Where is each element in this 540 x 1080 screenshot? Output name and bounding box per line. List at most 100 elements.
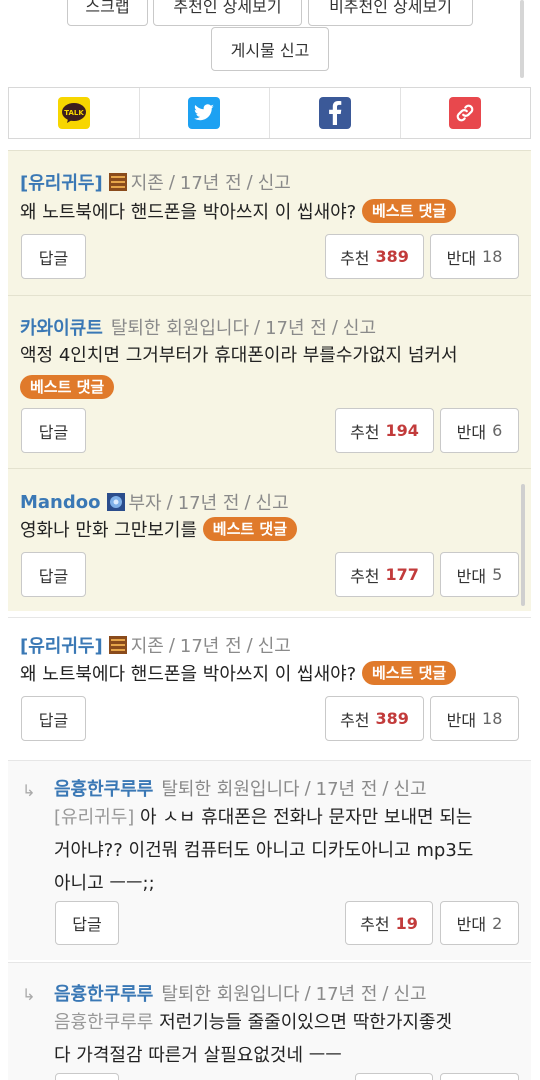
comment-author[interactable]: [유리귀두] [20,632,103,658]
upvote-label: 추천 [350,422,380,442]
separator: / [304,777,311,799]
share-kakao-button[interactable]: TALK [9,88,140,138]
upvote-label: 추천 [350,566,380,586]
upvote-button[interactable]: 추천 389 [325,696,424,741]
comment-author[interactable]: [유리귀두] [20,169,103,195]
report-link[interactable]: 신고 [258,632,291,658]
share-bar: TALK [8,87,531,139]
upvote-button[interactable]: 추천 19 [345,901,433,945]
kakaotalk-icon: TALK [57,97,90,129]
nonvoters-detail-button[interactable]: 비추천인 상세보기 [308,0,473,26]
comment: [유리귀두] 지존 / 17년 전 / 신고 왜 노트북에다 핸드폰을 박아쓰지… [8,617,531,755]
downvote-button[interactable]: 반대 18 [430,696,519,741]
comment-text-line: 다 가격절감 따른거 살필요없것네 ㅡㅡ [54,1045,342,1066]
timestamp: 17년 전 [315,779,378,800]
comment-text: 왜 노트북에다 핸드폰을 박아쓰지 이 씹새야? [20,664,357,685]
best-comment: Mandoo 부자 / 17년 전 / 신고 영화나 만화 그만보기를 베스트 … [8,468,531,611]
downvote-count: 2 [492,913,503,933]
link-icon [449,97,482,129]
report-link[interactable]: 신고 [393,775,426,801]
user-rank: 탈퇴한 회원입니다 [161,984,300,1005]
report-link[interactable]: 신고 [393,980,426,1006]
report-post-button[interactable]: 게시물 신고 [211,27,329,71]
separator: / [168,171,175,193]
report-link[interactable]: 신고 [256,489,289,515]
downvote-button[interactable]: 반대 2 [440,901,519,945]
reply-button[interactable]: 답글 [21,234,86,279]
user-rank: 지존 [130,173,164,194]
scrollbar-top[interactable] [520,0,524,78]
separator: / [304,982,311,1004]
best-comment-badge: 베스트 댓글 [361,661,457,685]
separator: / [244,491,251,513]
user-rank: 지존 [130,636,164,657]
scrap-button[interactable]: 스크랩 [67,0,148,26]
separator: / [168,634,175,656]
quoted-author[interactable]: [유리귀두] [54,807,134,828]
upvote-count: 194 [385,421,419,440]
downvote-button[interactable] [440,1073,519,1080]
upvote-button[interactable]: 추천 194 [335,408,434,453]
downvote-button[interactable]: 반대 5 [440,552,519,597]
downvote-label: 반대 [446,710,477,730]
reply-button[interactable]: 답글 [21,696,86,741]
scrollbar-mid[interactable] [521,484,525,606]
reply-button[interactable]: 답글 [55,1073,119,1080]
upvote-button[interactable]: 추천 177 [335,552,434,597]
downvote-button[interactable]: 반대 6 [440,408,519,453]
comment-author[interactable]: 카와이큐트 [20,314,103,340]
facebook-icon [318,97,351,129]
comment-author[interactable]: 음흉한쿠루루 [54,980,153,1006]
best-comment-badge: 베스트 댓글 [20,375,115,399]
comment-text: 왜 노트북에다 핸드폰을 박아쓰지 이 씹새야? [20,202,357,223]
share-link-button[interactable] [401,88,531,138]
comment-text: 액정 4인치면 그거부터가 휴대폰이라 부를수가없지 넘커서 [20,345,458,366]
kakao-label: TALK [64,109,84,117]
separator: / [166,491,173,513]
reply-button[interactable]: 답글 [21,552,86,597]
downvote-label: 반대 [456,566,487,586]
downvote-label: 반대 [456,422,487,442]
voters-detail-button[interactable]: 추천인 상세보기 [153,0,302,26]
reply-button[interactable]: 답글 [55,901,119,945]
best-comment: 카와이큐트 탈퇴한 회원입니다 / 17년 전 / 신고 액정 4인치면 그거부… [8,295,531,468]
user-rank: 탈퇴한 회원입니다 [110,318,250,339]
downvote-button[interactable]: 반대 18 [430,234,519,279]
share-twitter-button[interactable] [140,88,270,138]
comment-author[interactable]: Mandoo [20,492,101,513]
best-comment: [유리귀두] 지존 / 17년 전 / 신고 왜 노트북에다 핸드폰을 박아쓰지… [8,150,531,295]
quoted-author[interactable]: 음흉한쿠루루 [54,1012,153,1033]
user-rank: 부자 [128,493,162,514]
level-icon [106,493,125,511]
comment-text-line: 아니고 ㅡㅡ;; [54,873,155,894]
reply-button[interactable]: 답글 [21,408,86,453]
best-comment-badge: 베스트 댓글 [361,199,457,223]
downvote-label: 반대 [456,915,487,934]
comment-text: 영화나 만화 그만보기를 [20,520,198,541]
upvote-count: 19 [395,913,418,933]
separator: / [331,316,338,338]
comment-text: 아 ㅅㅂ 휴대폰은 전화나 문자만 보내면 되는 [140,807,473,828]
user-rank: 탈퇴한 회원입니다 [161,779,300,800]
reply-arrow-icon: ↳ [22,781,36,800]
upvote-label: 추천 [340,248,370,268]
reply-arrow-icon: ↳ [22,985,36,1004]
downvote-count: 5 [492,565,503,584]
upvote-count: 389 [375,247,409,266]
upvote-label: 추천 [340,710,370,730]
upvote-button[interactable] [355,1073,433,1080]
report-link[interactable]: 신고 [258,169,291,195]
timestamp: 17년 전 [179,636,242,657]
upvote-label: 추천 [360,915,390,934]
upvote-button[interactable]: 추천 389 [325,234,424,279]
report-link[interactable]: 신고 [343,314,376,340]
timestamp: 17년 전 [179,173,242,194]
downvote-count: 18 [482,709,503,728]
comment-author[interactable]: 음흉한쿠루루 [54,775,153,801]
separator: / [246,634,253,656]
level-icon [108,173,127,191]
separator: / [382,982,389,1004]
share-facebook-button[interactable] [270,88,401,138]
downvote-count: 6 [492,421,503,440]
separator: / [382,777,389,799]
